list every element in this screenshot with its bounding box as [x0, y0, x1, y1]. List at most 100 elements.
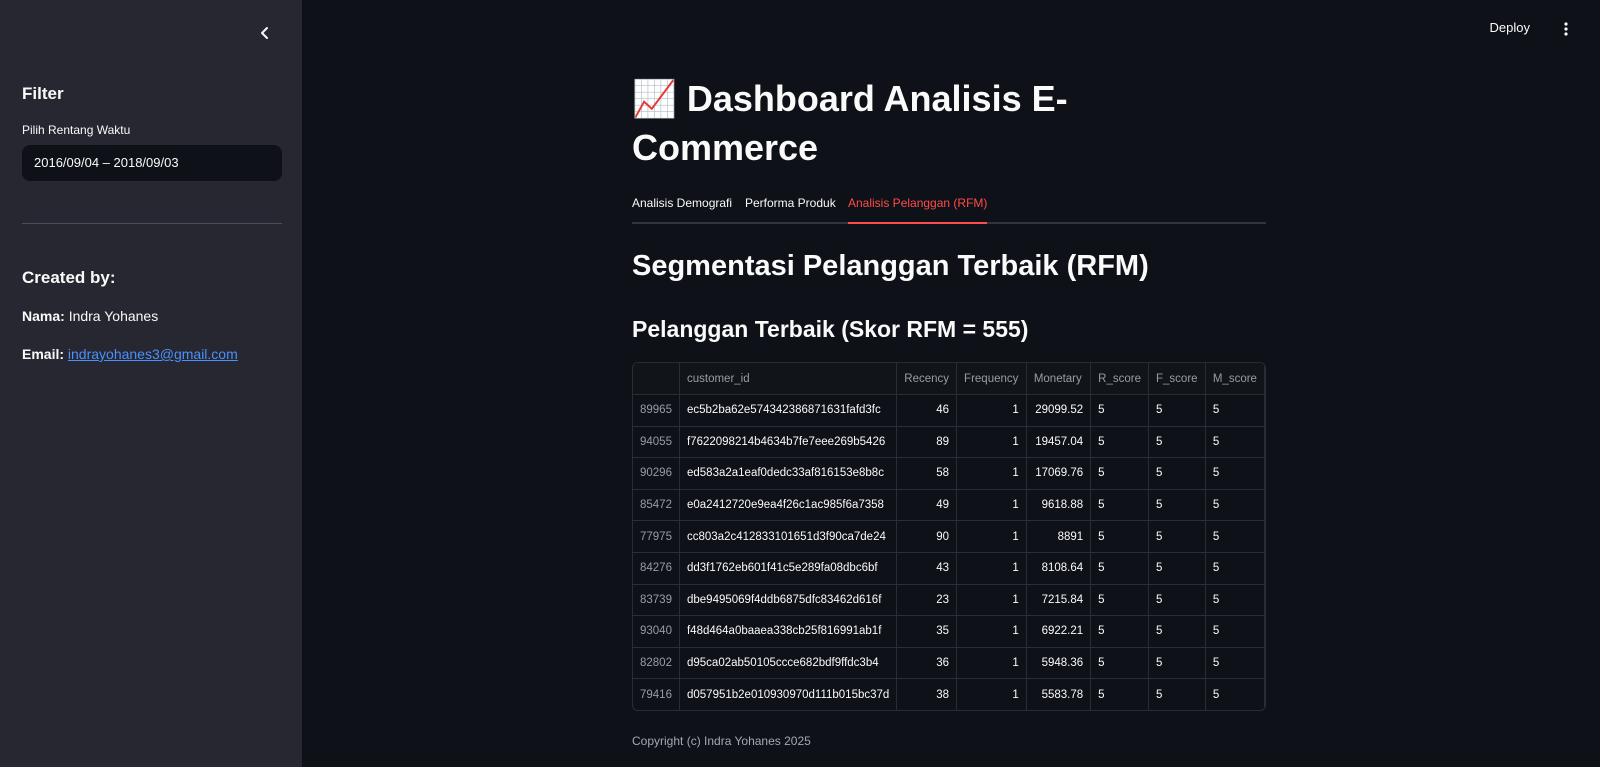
- frequency-cell[interactable]: 1: [956, 552, 1027, 585]
- frequency-cell[interactable]: 1: [956, 426, 1027, 459]
- column-header-f-score[interactable]: F_score: [1148, 363, 1206, 395]
- recency-cell[interactable]: 35: [896, 615, 958, 648]
- monetary-cell[interactable]: 7215.84: [1026, 584, 1092, 617]
- recency-cell[interactable]: 58: [896, 457, 958, 490]
- column-header-frequency[interactable]: Frequency: [956, 363, 1027, 395]
- customer-id-cell[interactable]: dbe9495069f4ddb6875dfc83462d616f: [679, 584, 898, 617]
- monetary-cell[interactable]: 17069.76: [1026, 457, 1092, 490]
- table-row[interactable]: 85472 e0a2412720e9ea4f26c1ac985f6a7358 49 1…: [633, 489, 1265, 522]
- customer-id-cell[interactable]: cc803a2c412833101651d3f90ca7de24: [679, 520, 898, 553]
- recency-cell[interactable]: 43: [896, 552, 958, 585]
- frequency-cell[interactable]: 1: [956, 647, 1027, 680]
- tab-analisis-demografi[interactable]: Analisis Demografi: [632, 196, 732, 222]
- recency-cell[interactable]: 89: [896, 426, 958, 459]
- customer-id-cell[interactable]: d95ca02ab50105ccce682bdf9ffdc3b4: [679, 647, 898, 680]
- monetary-cell[interactable]: 5583.78: [1026, 678, 1092, 710]
- collapse-sidebar-button[interactable]: [255, 22, 275, 44]
- recency-cell[interactable]: 23: [896, 584, 958, 617]
- m-score-cell[interactable]: 5: [1205, 394, 1265, 427]
- customer-id-cell[interactable]: ec5b2ba62e574342386871631fafd3fc: [679, 394, 898, 427]
- deploy-button[interactable]: Deploy: [1490, 20, 1530, 35]
- table-row[interactable]: 82802 d95ca02ab50105ccce682bdf9ffdc3b4 36 1…: [633, 647, 1265, 680]
- tab-analisis-pelanggan-rfm[interactable]: Analisis Pelanggan (RFM): [848, 196, 988, 224]
- f-score-cell[interactable]: 5: [1148, 426, 1206, 459]
- table-row[interactable]: 94055 f7622098214b4634b7fe7eee269b5426 89 1…: [633, 426, 1265, 459]
- column-header-monetary[interactable]: Monetary: [1026, 363, 1092, 395]
- customer-id-cell[interactable]: e0a2412720e9ea4f26c1ac985f6a7358: [679, 489, 898, 522]
- row-index[interactable]: 85472: [633, 489, 680, 522]
- column-header-customer-id[interactable]: customer_id: [679, 363, 898, 395]
- f-score-cell[interactable]: 5: [1148, 520, 1206, 553]
- frequency-cell[interactable]: 1: [956, 394, 1027, 427]
- m-score-cell[interactable]: 5: [1205, 457, 1265, 490]
- monetary-cell[interactable]: 9618.88: [1026, 489, 1092, 522]
- m-score-cell[interactable]: 5: [1205, 584, 1265, 617]
- monetary-cell[interactable]: 5948.36: [1026, 647, 1092, 680]
- row-index[interactable]: 83739: [633, 584, 680, 617]
- r-score-cell[interactable]: 5: [1090, 489, 1149, 522]
- m-score-cell[interactable]: 5: [1205, 678, 1265, 710]
- customer-id-cell[interactable]: d057951b2e010930970d111b015bc37d: [679, 678, 898, 710]
- recency-cell[interactable]: 38: [896, 678, 958, 710]
- column-header-r-score[interactable]: R_score: [1090, 363, 1149, 395]
- f-score-cell[interactable]: 5: [1148, 615, 1206, 648]
- m-score-cell[interactable]: 5: [1205, 520, 1265, 553]
- recency-cell[interactable]: 36: [896, 647, 958, 680]
- monetary-cell[interactable]: 19457.04: [1026, 426, 1092, 459]
- recency-cell[interactable]: 49: [896, 489, 958, 522]
- row-index[interactable]: 90296: [633, 457, 680, 490]
- f-score-cell[interactable]: 5: [1148, 552, 1206, 585]
- table-row[interactable]: 90296 ed583a2a1eaf0dedc33af816153e8b8c 58 1…: [633, 457, 1265, 490]
- monetary-cell[interactable]: 29099.52: [1026, 394, 1092, 427]
- frequency-cell[interactable]: 1: [956, 584, 1027, 617]
- customer-id-cell[interactable]: f7622098214b4634b7fe7eee269b5426: [679, 426, 898, 459]
- m-score-cell[interactable]: 5: [1205, 489, 1265, 522]
- r-score-cell[interactable]: 5: [1090, 584, 1149, 617]
- f-score-cell[interactable]: 5: [1148, 678, 1206, 710]
- monetary-cell[interactable]: 6922.21: [1026, 615, 1092, 648]
- monetary-cell[interactable]: 8891: [1026, 520, 1092, 553]
- m-score-cell[interactable]: 5: [1205, 426, 1265, 459]
- table-row[interactable]: 93040 f48d464a0baaea338cb25f816991ab1f 35 1…: [633, 615, 1265, 648]
- table-row[interactable]: 83739 dbe9495069f4ddb6875dfc83462d616f 23 1…: [633, 584, 1265, 617]
- frequency-cell[interactable]: 1: [956, 615, 1027, 648]
- table-row[interactable]: 89965 ec5b2ba62e574342386871631fafd3fc 46 1…: [633, 394, 1265, 427]
- f-score-cell[interactable]: 5: [1148, 647, 1206, 680]
- r-score-cell[interactable]: 5: [1090, 394, 1149, 427]
- rfm-table[interactable]: customer_id Recency Frequency Monetary R…: [632, 362, 1266, 711]
- r-score-cell[interactable]: 5: [1090, 520, 1149, 553]
- row-index[interactable]: 77975: [633, 520, 680, 553]
- tab-performa-produk[interactable]: Performa Produk: [745, 196, 836, 222]
- m-score-cell[interactable]: 5: [1205, 615, 1265, 648]
- frequency-cell[interactable]: 1: [956, 457, 1027, 490]
- r-score-cell[interactable]: 5: [1090, 426, 1149, 459]
- f-score-cell[interactable]: 5: [1148, 394, 1206, 427]
- r-score-cell[interactable]: 5: [1090, 678, 1149, 710]
- m-score-cell[interactable]: 5: [1205, 552, 1265, 585]
- r-score-cell[interactable]: 5: [1090, 615, 1149, 648]
- r-score-cell[interactable]: 5: [1090, 552, 1149, 585]
- column-header-recency[interactable]: Recency: [896, 363, 958, 395]
- frequency-cell[interactable]: 1: [956, 520, 1027, 553]
- frequency-cell[interactable]: 1: [956, 678, 1027, 710]
- frequency-cell[interactable]: 1: [956, 489, 1027, 522]
- row-index[interactable]: 94055: [633, 426, 680, 459]
- row-index[interactable]: 84276: [633, 552, 680, 585]
- customer-id-cell[interactable]: f48d464a0baaea338cb25f816991ab1f: [679, 615, 898, 648]
- row-index[interactable]: 89965: [633, 394, 680, 427]
- m-score-cell[interactable]: 5: [1205, 647, 1265, 680]
- main-menu-button[interactable]: [1562, 21, 1570, 37]
- column-header-index[interactable]: [633, 363, 680, 395]
- row-index[interactable]: 79416: [633, 678, 680, 710]
- f-score-cell[interactable]: 5: [1148, 457, 1206, 490]
- author-email-link[interactable]: indrayohanes3@gmail.com: [68, 346, 238, 362]
- table-row[interactable]: 84276 dd3f1762eb601f41c5e289fa08dbc6bf 43 1…: [633, 552, 1265, 585]
- recency-cell[interactable]: 46: [896, 394, 958, 427]
- recency-cell[interactable]: 90: [896, 520, 958, 553]
- f-score-cell[interactable]: 5: [1148, 584, 1206, 617]
- r-score-cell[interactable]: 5: [1090, 647, 1149, 680]
- f-score-cell[interactable]: 5: [1148, 489, 1206, 522]
- table-row[interactable]: 77975 cc803a2c412833101651d3f90ca7de24 90 1…: [633, 520, 1265, 553]
- date-range-input[interactable]: 2016/09/04 – 2018/09/03: [22, 145, 282, 181]
- table-row[interactable]: 79416 d057951b2e010930970d111b015bc37d 38 1…: [633, 678, 1265, 710]
